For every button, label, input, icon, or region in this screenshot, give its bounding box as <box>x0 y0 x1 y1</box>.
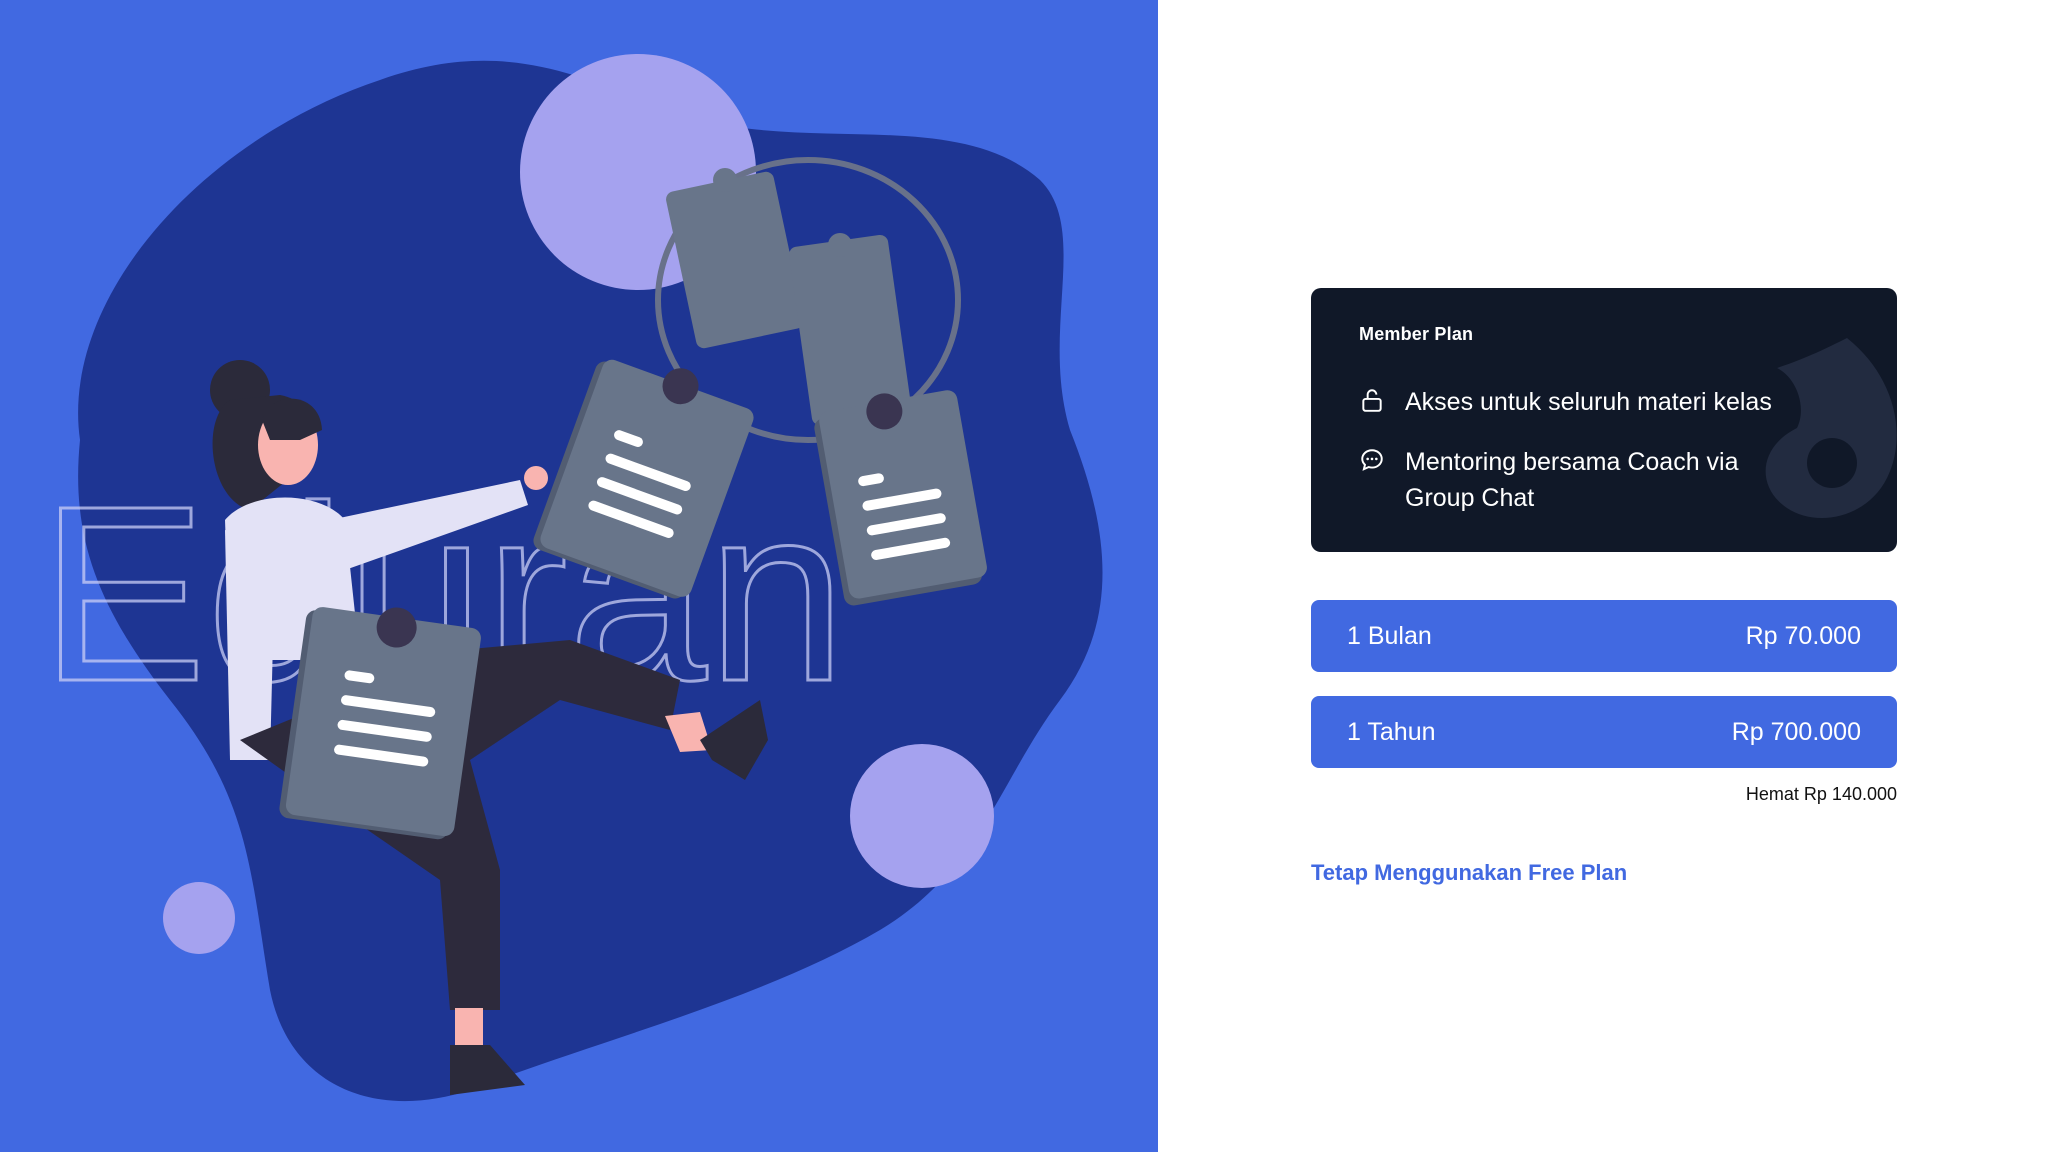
plan-period: 1 Bulan <box>1347 621 1432 650</box>
decorative-circle <box>850 744 994 888</box>
feature-item: Mentoring bersama Coach via Group Chat <box>1359 444 1805 516</box>
chat-bubble-icon <box>1361 449 1383 471</box>
decorative-circle <box>163 882 235 954</box>
hero-illustration: Eduran <box>39 54 1103 1102</box>
free-plan-link[interactable]: Tetap Menggunakan Free Plan <box>1311 860 1627 886</box>
plan-period: 1 Tahun <box>1347 717 1436 746</box>
plan-title: Member Plan <box>1359 324 1474 344</box>
plan-price: Rp 700.000 <box>1731 717 1861 746</box>
unlock-icon <box>1362 389 1382 412</box>
plan-panel <box>1158 0 2049 1152</box>
clipboard-icon <box>279 607 481 840</box>
feature-text: Mentoring bersama Coach via Group Chat <box>1405 448 1739 512</box>
feature-item: Akses untuk seluruh materi kelas <box>1359 384 1805 420</box>
feature-text: Akses untuk seluruh materi kelas <box>1405 388 1772 416</box>
hero-illustration-panel: Eduran <box>0 0 1158 1152</box>
plan-price: Rp 70.000 <box>1745 621 1861 650</box>
savings-note: Hemat Rp 140.000 <box>1745 784 1897 804</box>
yearly-plan-button[interactable]: 1 Tahun Rp 700.000 <box>1311 696 1897 768</box>
member-plan-card: Member Plan Akses untuk seluruh materi k… <box>1311 288 1897 552</box>
monthly-plan-button[interactable]: 1 Bulan Rp 70.000 <box>1311 600 1897 672</box>
